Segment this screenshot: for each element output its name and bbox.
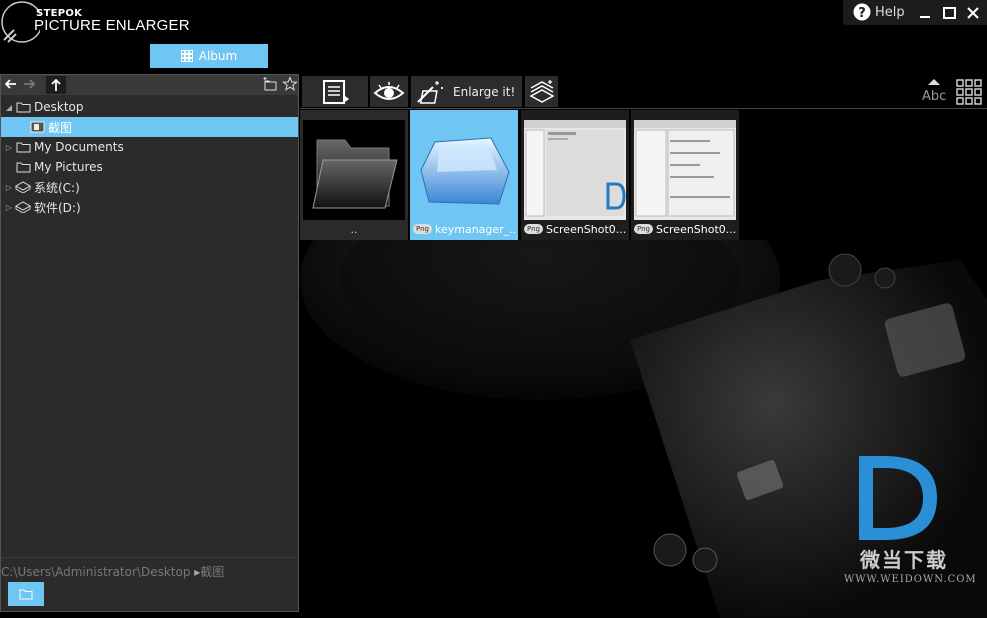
- thumbnail-keymanager[interactable]: Png keymanager_...: [410, 110, 518, 240]
- parent-folder-button[interactable]: [46, 76, 66, 94]
- help-button[interactable]: ? Help: [853, 3, 905, 21]
- thumbnail-caption: ..: [303, 222, 405, 236]
- drive-icon: [14, 179, 32, 195]
- tree-item-label: 软件(D:): [34, 200, 81, 215]
- help-icon: ?: [853, 3, 871, 21]
- tree-item-screenshots[interactable]: 截图: [1, 117, 298, 137]
- tree-item-label: Desktop: [34, 100, 84, 114]
- drive-icon: [14, 199, 32, 215]
- minimize-icon: [920, 15, 930, 18]
- image-folder-icon: [28, 119, 46, 135]
- tree-item-my-documents[interactable]: ▷ My Documents: [1, 137, 298, 157]
- folder-icon: [19, 589, 33, 600]
- current-path: C:\Users\Administrator\Desktop ▸截图: [1, 563, 224, 580]
- collapsed-arrow-icon[interactable]: ▷: [4, 203, 14, 212]
- grid-view-button[interactable]: [956, 79, 982, 108]
- sort-by-name-button[interactable]: Abc: [920, 77, 948, 105]
- tree-item-drive-d[interactable]: ▷ 软件(D:): [1, 197, 298, 217]
- svg-text:?: ?: [858, 6, 866, 21]
- app-title: PICTURE ENLARGER: [34, 17, 190, 34]
- help-label: Help: [875, 4, 905, 20]
- tree-item-label: My Documents: [34, 140, 124, 154]
- expanded-arrow-icon[interactable]: ◢: [4, 103, 14, 112]
- path-current: 截图: [200, 565, 225, 579]
- collapsed-arrow-icon[interactable]: ▷: [4, 183, 14, 192]
- maximize-icon: [942, 6, 956, 19]
- magic-wand-icon: [417, 80, 443, 104]
- thumbnail-parent-folder[interactable]: ..: [300, 110, 408, 240]
- tree-item-drive-c[interactable]: ▷ 系统(C:): [1, 177, 298, 197]
- document-list-icon: [323, 79, 349, 104]
- back-arrow-icon[interactable]: [4, 77, 18, 91]
- close-icon: [967, 6, 979, 19]
- thumbnail-screenshot-1[interactable]: Png ScreenShot0...: [521, 110, 629, 240]
- screenshot-thumbnail-image: [524, 120, 626, 220]
- sort-up-icon: [928, 79, 940, 85]
- preview-button[interactable]: [370, 76, 408, 107]
- folder-icon: [312, 139, 398, 209]
- thumbnail-screenshot-2[interactable]: Png ScreenShot0...: [631, 110, 739, 240]
- eye-icon: [373, 81, 405, 100]
- watermark-chinese-text: 微当下载: [860, 548, 948, 572]
- collapsed-arrow-icon[interactable]: ▷: [4, 143, 14, 152]
- maximize-button[interactable]: [940, 4, 958, 21]
- thumbnail-caption: Png ScreenShot0...: [524, 222, 626, 236]
- folder-thumbnail-image: [303, 120, 405, 220]
- tree-item-label: 系统(C:): [34, 180, 80, 195]
- divider: [1, 557, 298, 558]
- forward-arrow-icon[interactable]: [22, 77, 36, 91]
- thumbnail-caption: Png ScreenShot0...: [634, 222, 736, 236]
- tree-item-label: My Pictures: [34, 160, 103, 174]
- thumbnail-caption: Png keymanager_...: [413, 222, 515, 236]
- toolbar-divider: [300, 108, 987, 109]
- grid-icon: [180, 50, 193, 62]
- folder-icon: [14, 99, 32, 115]
- file-type-badge: Png: [413, 224, 432, 234]
- minimize-button[interactable]: [916, 4, 934, 21]
- tree-item-my-pictures[interactable]: My Pictures: [1, 157, 298, 177]
- open-folder-button[interactable]: [8, 582, 44, 606]
- list-view-button[interactable]: [302, 76, 368, 107]
- file-type-badge: Png: [524, 224, 543, 234]
- stacked-images-icon: [528, 79, 555, 103]
- path-text: C:\Users\Administrator\Desktop: [1, 565, 191, 579]
- up-arrow-icon: [51, 78, 61, 91]
- screenshot-thumbnail-image: [634, 120, 736, 220]
- folder-icon: [14, 159, 32, 175]
- new-folder-icon[interactable]: [262, 76, 278, 92]
- tree-item-desktop[interactable]: ◢ Desktop: [1, 97, 298, 117]
- star-icon[interactable]: [282, 76, 298, 92]
- folder-icon: [14, 139, 32, 155]
- keymanager-thumbnail-image: [413, 120, 515, 220]
- album-label: Album: [198, 49, 238, 63]
- enlarge-label: Enlarge it!: [453, 84, 516, 99]
- tree-item-label: 截图: [48, 120, 73, 135]
- close-button[interactable]: [964, 4, 982, 21]
- watermark-url: WWW.WEIDOWN.COM: [844, 574, 977, 585]
- batch-button[interactable]: [525, 76, 558, 107]
- album-button[interactable]: Album: [150, 44, 268, 68]
- grid-icon: [956, 79, 982, 105]
- thumbnail-name: ScreenShot0...: [655, 222, 736, 236]
- thumbnail-name: ..: [350, 222, 358, 236]
- enlarge-button[interactable]: Enlarge it!: [411, 76, 522, 107]
- thumbnail-name: keymanager_...: [434, 222, 515, 236]
- weidown-logo-icon: [859, 456, 937, 540]
- file-type-badge: Png: [634, 224, 653, 234]
- sort-label: Abc: [922, 89, 947, 104]
- thumbnail-name: ScreenShot0...: [545, 222, 626, 236]
- path-separator-icon: ▸: [190, 565, 201, 579]
